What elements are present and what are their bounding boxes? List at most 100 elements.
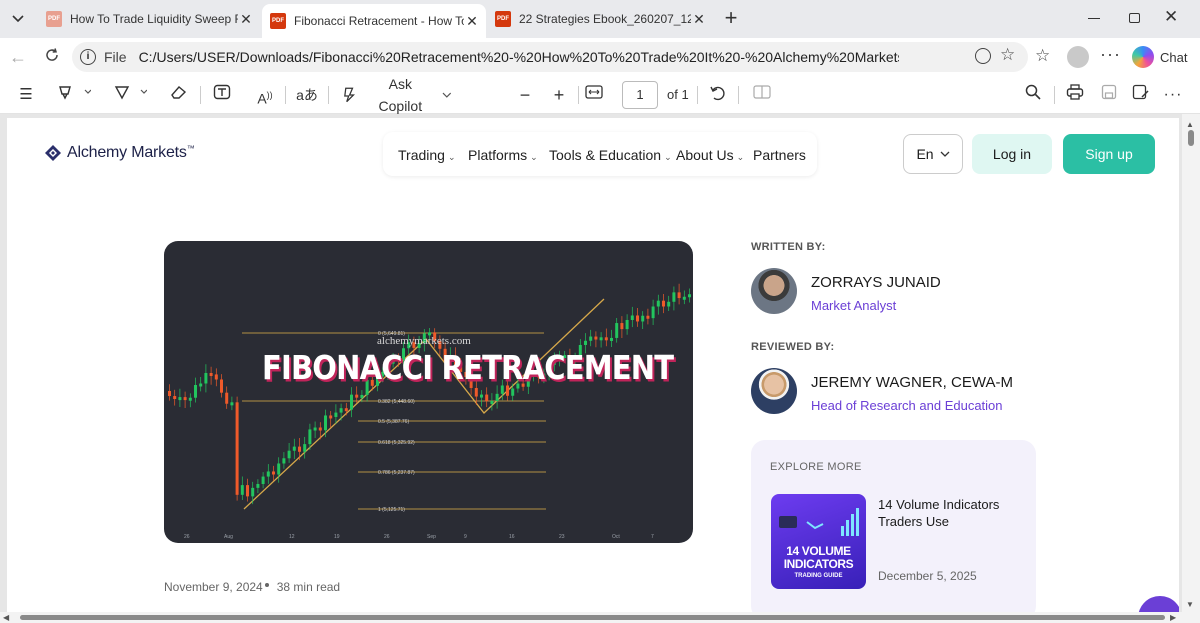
profile-avatar[interactable] — [1067, 46, 1089, 68]
eraser-icon[interactable] — [168, 84, 190, 106]
candle — [308, 429, 312, 445]
reviewer-avatar — [751, 368, 797, 414]
writer-name: ZORRAYS JUNAID — [811, 274, 941, 291]
writer-role-link[interactable]: Market Analyst — [811, 298, 896, 313]
chevron-down-icon: ⌄ — [447, 152, 456, 162]
x-axis-tick-label: 7 — [651, 534, 654, 540]
nav-item-about-us[interactable]: About Us ⌄ — [676, 147, 744, 163]
close-window-icon[interactable]: ✕ — [1164, 7, 1178, 27]
tab-title: 22 Strategies Ebook_260207_1230 — [519, 12, 691, 26]
language-selector[interactable]: En — [903, 134, 963, 174]
fit-to-width-icon[interactable] — [584, 84, 604, 106]
info-icon[interactable]: i — [80, 49, 96, 65]
address-bar[interactable]: i File C:/Users/USER/Downloads/Fibonacci… — [72, 42, 1028, 72]
nav-item-partners[interactable]: Partners — [753, 147, 806, 163]
zoom-out-button[interactable]: − — [516, 84, 534, 106]
rotate-icon[interactable] — [708, 84, 728, 106]
scroll-left-arrow-icon[interactable]: ◀ — [3, 613, 9, 622]
explore-card-thumbnail[interactable]: 14 VOLUME INDICATORS TRADING GUIDE — [771, 494, 866, 589]
search-icon[interactable] — [1022, 84, 1044, 106]
candle — [594, 336, 598, 340]
candle — [272, 471, 275, 475]
close-tab-icon[interactable]: ✕ — [238, 11, 254, 28]
x-axis-tick-label: Oct — [612, 534, 620, 540]
candle — [246, 485, 249, 497]
login-button[interactable]: Log in — [972, 134, 1052, 174]
minimize-window-icon[interactable] — [1088, 18, 1100, 19]
toolbar-separator — [738, 86, 739, 104]
language-label: En — [916, 146, 934, 162]
scroll-up-arrow-icon[interactable]: ▲ — [1186, 120, 1194, 129]
candle — [667, 301, 671, 307]
page-number-input[interactable]: 1 — [622, 81, 658, 109]
scrollbar-thumb[interactable] — [1188, 130, 1194, 146]
toolbar-separator — [200, 86, 201, 104]
candle — [256, 483, 260, 488]
new-tab-button[interactable]: + — [718, 6, 744, 32]
page-count-label: of 1 — [667, 87, 689, 102]
zoom-in-button[interactable]: + — [550, 84, 568, 106]
horizontal-scrollbar-thumb[interactable] — [20, 615, 1165, 620]
candle — [682, 296, 686, 300]
pdf-page: Alchemy Markets ™ Trading ⌄ Platforms ⌄ To… — [7, 118, 1179, 615]
highlight-tool-icon[interactable] — [54, 84, 94, 106]
brand-trademark: ™ — [186, 144, 195, 153]
copilot-chat-button[interactable]: Chat — [1132, 44, 1187, 70]
tab-fibonacci-retracement[interactable]: PDF Fibonacci Retracement - How To Tr ✕ — [262, 4, 486, 38]
candle — [168, 391, 171, 397]
vertical-scrollbar[interactable]: ▲ ▼ — [1182, 114, 1200, 623]
nav-item-trading[interactable]: Trading ⌄ — [398, 147, 456, 163]
more-menu-icon[interactable]: ··· — [1100, 44, 1121, 65]
nav-item-platforms[interactable]: Platforms ⌄ — [468, 147, 538, 163]
translate-icon[interactable]: aあ — [294, 84, 320, 106]
signup-button[interactable]: Sign up — [1063, 134, 1155, 174]
candle — [329, 415, 333, 419]
save-as-icon[interactable] — [1130, 84, 1152, 106]
horizontal-scrollbar[interactable]: ◀ ▶ — [0, 612, 1182, 623]
read-aloud-icon[interactable]: A)) — [252, 84, 278, 107]
brand-name: Alchemy Markets — [67, 144, 187, 161]
fib-level-label: 0.618 (5,325.92) — [378, 440, 415, 446]
back-arrow-icon[interactable]: ← — [6, 45, 30, 69]
nav-label: Tools & Education — [549, 147, 662, 163]
draw-tool-icon[interactable] — [110, 84, 150, 106]
x-axis-tick-label: 16 — [509, 534, 515, 540]
page-view-icon[interactable] — [752, 84, 772, 106]
favorites-icon[interactable]: ☆ — [1035, 46, 1050, 66]
zoom-out-icon[interactable] — [975, 48, 991, 64]
candle — [209, 372, 213, 376]
candle — [318, 427, 322, 431]
thumb-line3: TRADING GUIDE — [794, 573, 843, 579]
add-text-icon[interactable] — [210, 84, 234, 106]
chevron-down-icon: ⌄ — [664, 152, 672, 162]
more-options-icon[interactable]: ··· — [1160, 84, 1186, 106]
toolbar-separator — [1054, 86, 1055, 104]
save-icon[interactable] — [1098, 84, 1120, 106]
tab-22-strategies[interactable]: PDF 22 Strategies Ebook_260207_1230 ✕ — [487, 4, 713, 34]
refresh-icon[interactable] — [40, 45, 64, 69]
reviewer-role-link[interactable]: Head of Research and Education — [811, 398, 1003, 413]
ask-copilot-button[interactable]: Ask Copilot — [340, 76, 452, 114]
scroll-down-arrow-icon[interactable]: ▼ — [1186, 600, 1194, 609]
candle — [672, 292, 676, 302]
candle — [178, 397, 182, 401]
print-icon[interactable] — [1064, 84, 1086, 106]
contents-list-icon[interactable]: ☰ — [14, 84, 38, 106]
scroll-right-arrow-icon[interactable]: ▶ — [1170, 613, 1176, 622]
tab-actions-menu-button[interactable] — [6, 8, 30, 30]
close-tab-icon[interactable]: ✕ — [691, 11, 707, 28]
nav-label: About Us — [676, 147, 734, 163]
url-scheme-label: File — [104, 49, 127, 65]
x-axis-tick-label: 12 — [289, 534, 295, 540]
chevron-down-icon — [940, 151, 950, 157]
explore-card-title-link[interactable]: 14 Volume Indicators Traders Use — [878, 496, 1018, 530]
tab-liquidity-sweep[interactable]: PDF How To Trade Liquidity Sweep Rev ✕ — [38, 4, 260, 34]
site-logo[interactable]: Alchemy Markets ™ — [44, 144, 195, 162]
close-tab-icon[interactable]: ✕ — [464, 13, 480, 30]
meta-dot-icon — [264, 583, 269, 587]
thumb-line1: 14 VOLUME — [786, 544, 851, 558]
candle — [584, 340, 587, 345]
nav-item-tools-education[interactable]: Tools & Education ⌄ — [549, 147, 672, 163]
favorite-star-icon[interactable]: ☆ — [1000, 45, 1015, 65]
restore-window-icon[interactable] — [1129, 13, 1140, 23]
